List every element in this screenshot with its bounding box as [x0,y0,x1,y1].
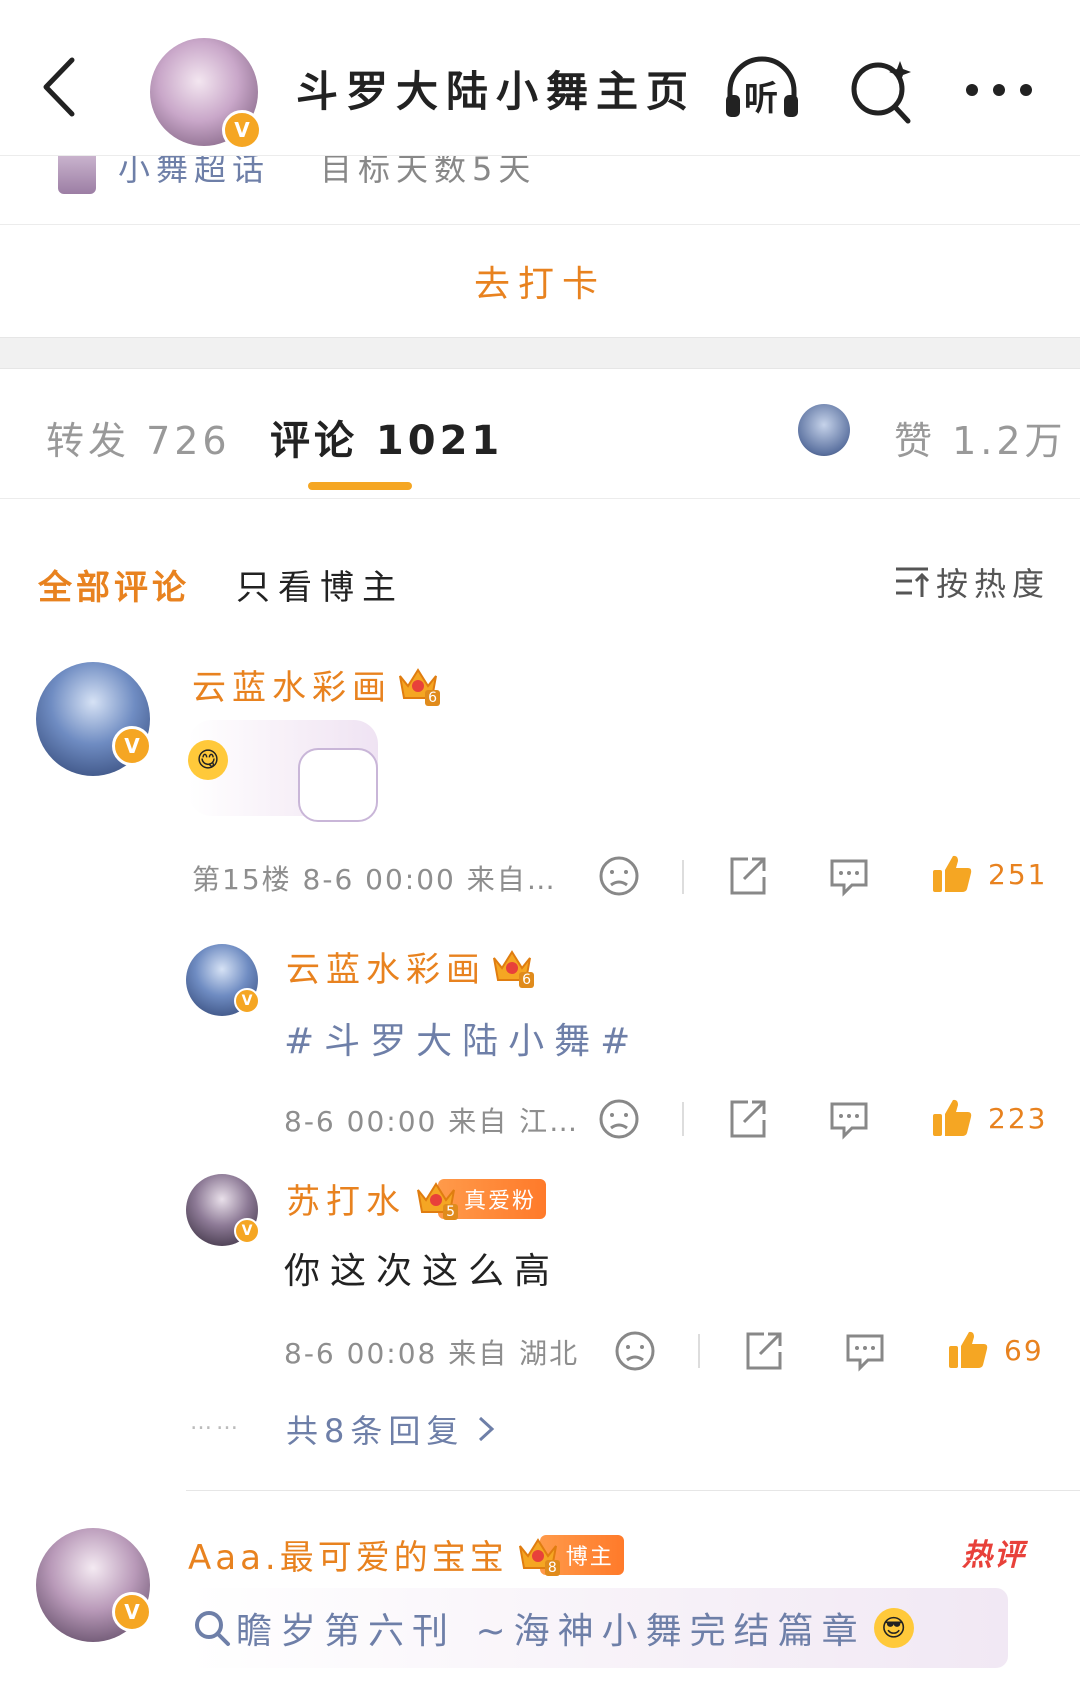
comment-divider [186,1490,1080,1491]
search-icon [192,1608,232,1648]
crown-badge-icon: 6 [396,664,440,706]
tab-comments[interactable]: 评论 1021 [270,408,503,466]
comment-author-name: Aaa.最可爱的宝宝 [188,1538,508,1578]
comment-search-text: 瞻岁第六刊 ~海神小舞完结篇章 [236,1611,866,1652]
comment-sticker[interactable]: 😋 [188,720,378,822]
reply-author[interactable]: 苏打水 5 真爱粉 [286,1174,547,1223]
more-replies-link[interactable]: 共8条回复 [286,1406,498,1452]
reply-author-name: 苏打水 [286,1182,406,1222]
dislike-icon[interactable] [598,855,640,897]
crown-badge-icon: 5 [414,1178,458,1220]
like-count: 251 [988,857,1048,891]
comment-avatar[interactable]: V [36,1528,152,1642]
like-button[interactable]: 223 [930,1096,1047,1140]
like-button[interactable]: 251 [930,852,1047,896]
reply-avatar[interactable]: V [186,1174,260,1246]
reply-author[interactable]: 云蓝水彩画 6 [286,942,534,991]
top-bar: V 斗罗大陆小舞主页 听 [0,0,1080,156]
share-icon[interactable] [726,1098,768,1140]
like-count: 223 [988,1101,1048,1135]
section-divider [0,337,1080,369]
active-tab-indicator [308,482,412,490]
checkin-button[interactable]: 去打卡 [0,225,1080,337]
filter-all-comments[interactable]: 全部评论 [38,560,190,609]
listen-button[interactable]: 听 [720,55,804,123]
action-separator [682,1102,684,1136]
action-separator [698,1334,700,1368]
verified-badge: V [222,110,262,150]
comment-avatar[interactable]: V [36,662,152,776]
chevron-right-icon [474,1414,498,1444]
crown-badge-icon: 6 [490,946,534,988]
hot-comment-badge: 热评 [962,1538,1026,1573]
more-replies-label: 共8条回复 [286,1412,465,1450]
more-replies-dots: …… [190,1410,242,1435]
like-count: 69 [1004,1333,1044,1367]
tab-likes[interactable]: 赞 1.2万 [894,410,1067,465]
reply-icon[interactable] [828,1098,870,1140]
dislike-icon[interactable] [614,1330,656,1372]
verified-badge: V [112,726,152,766]
reply-meta: 8-6 00:08 来自 湖北 [284,1337,580,1370]
search-sparkle-icon[interactable] [846,55,916,125]
filter-author-only[interactable]: 只看博主 [236,560,404,609]
dislike-icon[interactable] [598,1098,640,1140]
sticker-image [298,748,378,822]
verified-badge: V [234,1218,260,1244]
comment-meta: 第15楼 8-6 00:00 来自… [192,863,557,896]
crown-badge-icon: 8 [516,1534,560,1576]
sort-button[interactable]: 按热度 [894,560,1050,604]
more-icon[interactable] [964,80,1034,100]
reply-meta: 8-6 00:00 来自 江… [284,1105,580,1138]
verified-badge: V [112,1592,152,1632]
back-icon[interactable] [36,52,86,122]
verified-badge: V [234,988,260,1014]
reply-icon[interactable] [828,855,870,897]
thumbs-up-icon [930,1096,974,1140]
reply-icon[interactable] [844,1330,886,1372]
thumbs-up-icon [930,852,974,896]
reply-author-name: 云蓝水彩画 [286,950,486,990]
thumbs-up-icon [946,1328,990,1372]
reply-text[interactable]: #斗罗大陆小舞# [284,1012,640,1064]
action-separator [682,860,684,894]
emoji-icon: 😋 [188,740,228,780]
page-title: 斗罗大陆小舞主页 [296,67,697,116]
cool-emoji-icon: 😎 [873,1608,914,1648]
share-icon[interactable] [726,855,768,897]
sort-icon [894,565,932,599]
checkin-label: 去打卡 [473,264,606,305]
comment-author-name: 云蓝水彩画 [192,668,392,708]
comment-author[interactable]: 云蓝水彩画 6 [192,660,440,709]
share-icon[interactable] [742,1330,784,1372]
like-button[interactable]: 69 [946,1328,1044,1372]
reply-avatar[interactable]: V [186,944,260,1016]
profile-avatar[interactable]: V [150,38,262,150]
listen-label: 听 [744,79,778,119]
reply-text[interactable]: 你这次这么高 [284,1242,560,1294]
liker-avatar[interactable] [798,404,850,456]
tab-repost[interactable]: 转发 726 [46,410,231,465]
comment-author[interactable]: Aaa.最可爱的宝宝 8 博主 [188,1530,624,1579]
comment-search-link[interactable]: 瞻岁第六刊 ~海神小舞完结篇章 😎 [188,1588,1008,1668]
sort-label: 按热度 [936,565,1051,603]
tab-bar: 转发 726 评论 1021 赞 1.2万 [0,368,1080,499]
